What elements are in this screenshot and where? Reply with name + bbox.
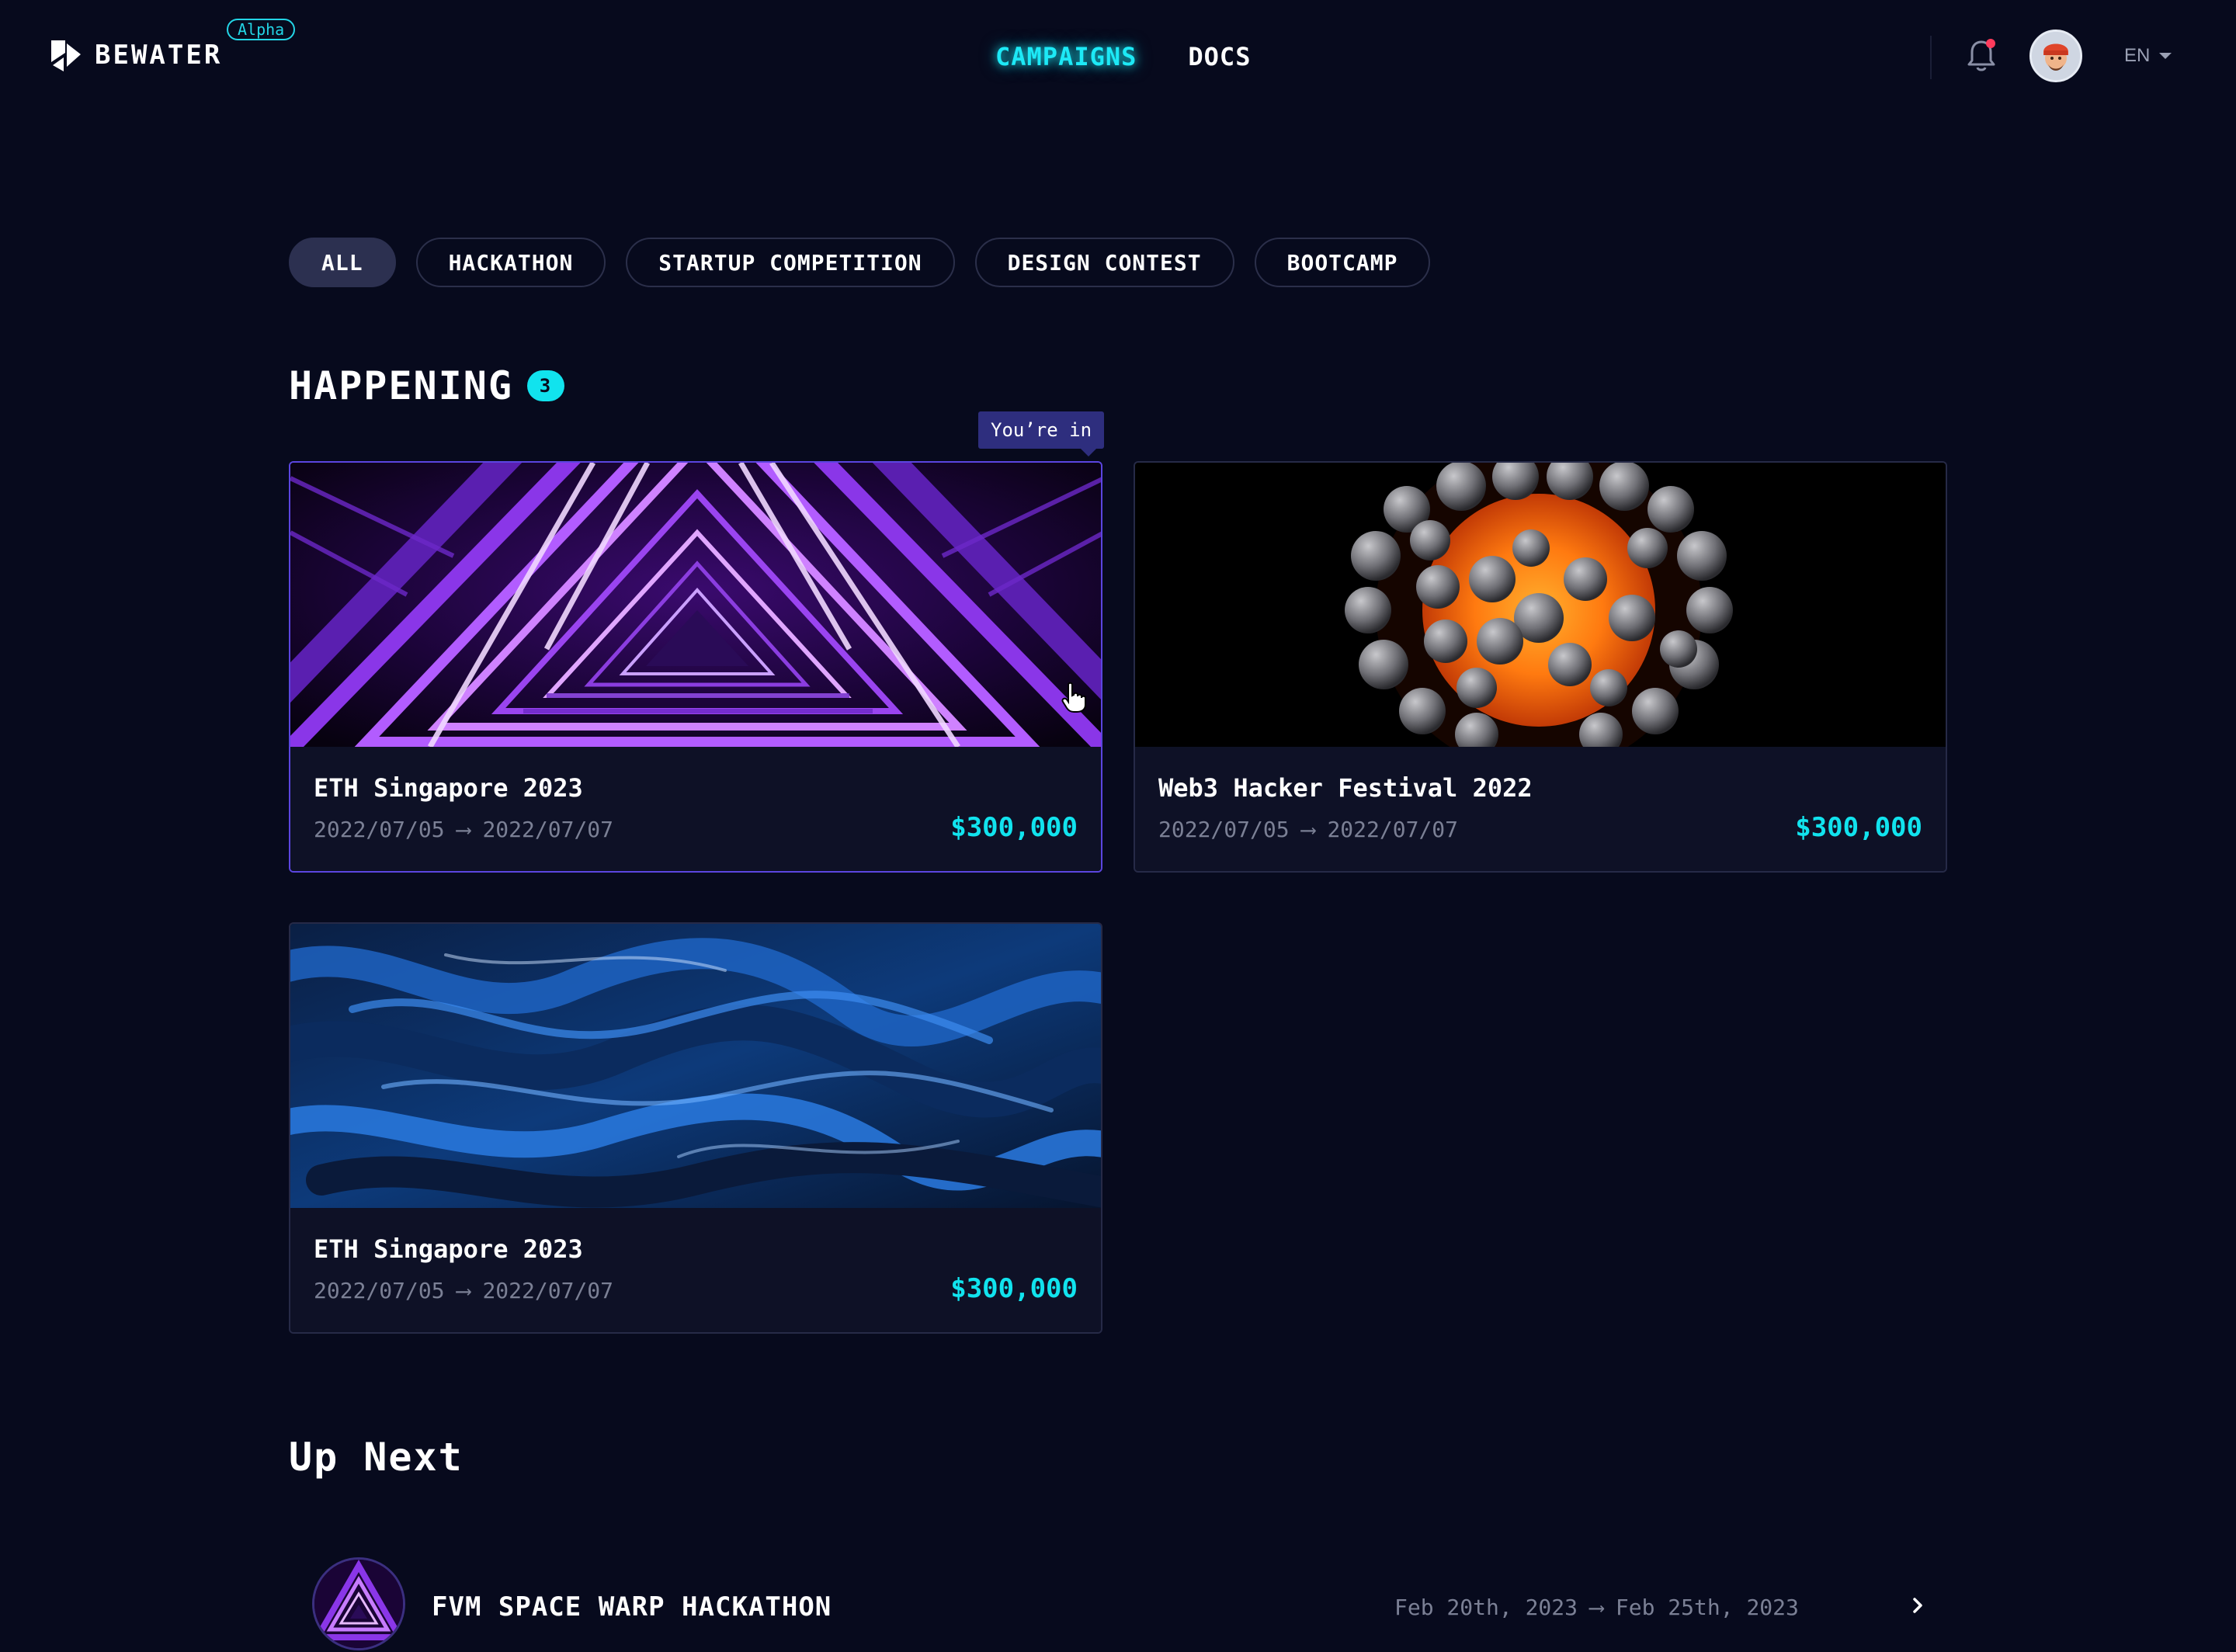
filter-bootcamp[interactable]: BOOTCAMP	[1254, 238, 1431, 287]
filter-all[interactable]: ALL	[289, 238, 396, 287]
prize-amount: $300,000	[1795, 812, 1922, 843]
campaign-image	[1135, 463, 1946, 747]
hand-cursor-icon	[1061, 682, 1086, 713]
arrow-right-icon: ⟶	[457, 817, 470, 842]
campaign-card-body: Web3 Hacker Festival 2022 2022/07/05 ⟶ 2…	[1135, 747, 1946, 871]
brand-logo[interactable]: BEWATER	[48, 37, 222, 73]
category-filters: ALL HACKATHON STARTUP COMPETITION DESIGN…	[289, 238, 1431, 287]
logo-mark-icon	[51, 40, 81, 71]
happening-title: HAPPENING	[289, 363, 513, 408]
start-date: 2022/07/05	[1158, 817, 1290, 842]
campaign-card[interactable]: ETH Singapore 2023 2022/07/05 ⟶ 2022/07/…	[289, 922, 1102, 1334]
upnext-name: FVM SPACE WARP HACKATHON	[432, 1591, 832, 1622]
upnext-thumbnail	[312, 1557, 405, 1650]
avatar-image	[2032, 32, 2080, 80]
campaign-card-body: ETH Singapore 2023 2022/07/05 ⟶ 2022/07/…	[290, 1208, 1101, 1332]
notification-dot	[1986, 39, 1995, 48]
language-selector[interactable]: EN	[2124, 45, 2172, 67]
main-nav: CAMPAIGNS DOCS	[995, 42, 1251, 71]
campaign-image	[290, 924, 1101, 1208]
end-date: 2022/07/07	[482, 817, 614, 842]
end-date: 2022/07/07	[1327, 817, 1459, 842]
campaign-title: ETH Singapore 2023	[314, 1234, 583, 1264]
start-date: 2022/07/05	[314, 817, 445, 842]
nav-docs[interactable]: DOCS	[1188, 42, 1251, 71]
joined-tooltip: You’re in	[978, 411, 1105, 456]
campaign-card-body: ETH Singapore 2023 2022/07/05 ⟶ 2022/07/…	[290, 747, 1101, 871]
campaign-dates: 2022/07/05 ⟶ 2022/07/07	[314, 1278, 613, 1303]
happening-heading: HAPPENING 3	[289, 363, 564, 408]
arrow-right-icon: ⟶	[1301, 817, 1315, 842]
start-date: 2022/07/05	[314, 1278, 445, 1303]
campaign-card[interactable]: Web3 Hacker Festival 2022 2022/07/05 ⟶ 2…	[1134, 461, 1947, 873]
campaign-title: ETH Singapore 2023	[314, 773, 583, 803]
end-date: Feb 25th, 2023	[1615, 1595, 1799, 1620]
chevron-down-icon	[2159, 53, 2172, 59]
nav-campaigns[interactable]: CAMPAIGNS	[995, 42, 1137, 71]
top-header: BEWATER Alpha CAMPAIGNS DOCS EN	[0, 0, 2236, 113]
end-date: 2022/07/07	[482, 1278, 614, 1303]
filter-design-contest[interactable]: DESIGN CONTEST	[974, 238, 1234, 287]
avatar[interactable]	[2029, 30, 2082, 82]
chevron-right-icon[interactable]	[1908, 1596, 1927, 1615]
upnext-dates: Feb 20th, 2023 ⟶ Feb 25th, 2023	[1394, 1595, 1799, 1620]
campaign-card[interactable]: ETH Singapore 2023 2022/07/05 ⟶ 2022/07/…	[289, 461, 1102, 873]
alpha-badge: Alpha	[227, 19, 296, 40]
arrow-right-icon: ⟶	[1590, 1595, 1603, 1620]
language-label: EN	[2124, 45, 2151, 66]
upnext-item[interactable]: FVM SPACE WARP HACKATHON Feb 20th, 2023 …	[289, 1553, 1947, 1652]
campaign-dates: 2022/07/05 ⟶ 2022/07/07	[314, 817, 613, 842]
campaign-dates: 2022/07/05 ⟶ 2022/07/07	[1158, 817, 1458, 842]
happening-count-badge: 3	[526, 370, 564, 401]
prize-amount: $300,000	[950, 1273, 1078, 1304]
campaign-title: Web3 Hacker Festival 2022	[1158, 773, 1533, 803]
upnext-title: Up Next	[289, 1435, 464, 1480]
campaign-image	[290, 463, 1101, 747]
header-divider	[1930, 36, 1932, 79]
filter-hackathon[interactable]: HACKATHON	[415, 238, 606, 287]
brand-name: BEWATER	[95, 40, 223, 71]
arrow-right-icon: ⟶	[457, 1278, 470, 1303]
filter-startup-competition[interactable]: STARTUP COMPETITION	[626, 238, 955, 287]
start-date: Feb 20th, 2023	[1394, 1595, 1578, 1620]
prize-amount: $300,000	[950, 812, 1078, 843]
